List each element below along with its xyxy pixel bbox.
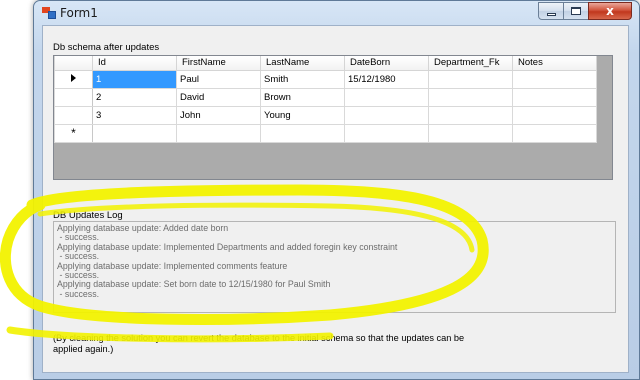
grid-cell[interactable] (512, 105, 597, 125)
row-header[interactable] (54, 105, 93, 125)
minimize-button[interactable] (538, 2, 564, 20)
grid-corner-header[interactable] (54, 56, 93, 71)
schema-label: Db schema after updates (53, 42, 160, 53)
grid-cell[interactable] (512, 69, 597, 89)
grid-cell[interactable]: 15/12/1980 (344, 69, 429, 89)
grid-cell[interactable] (512, 87, 597, 107)
table-row[interactable]: 1 Paul Smith 15/12/1980 (54, 69, 597, 89)
new-row[interactable]: * (54, 123, 597, 143)
schema-data-grid[interactable]: Id FirstName LastName DateBorn Departmen… (53, 55, 613, 180)
grid-cell[interactable]: John (176, 105, 261, 125)
column-header-firstname[interactable]: FirstName (176, 56, 261, 71)
window-title: Form1 (60, 6, 98, 20)
log-line: Applying database update: Implemented De… (57, 241, 398, 252)
revert-note: (By cleaning the solution you can revert… (53, 333, 465, 354)
new-row-star-icon: * (71, 125, 76, 140)
grid-cell[interactable]: Brown (260, 87, 345, 107)
grid-cell[interactable]: Young (260, 105, 345, 125)
column-header-id[interactable]: Id (92, 56, 177, 71)
grid-cell[interactable]: 1 (92, 69, 177, 89)
grid-cell[interactable] (428, 69, 513, 89)
grid-cell[interactable] (428, 105, 513, 125)
maximize-button[interactable] (563, 2, 589, 20)
log-line: Applying database update: Implemented co… (57, 260, 288, 271)
log-label: DB Updates Log (53, 210, 123, 221)
close-button[interactable]: x (588, 2, 632, 20)
table-row[interactable]: 2 David Brown (54, 87, 597, 107)
log-line: Applying database update: Added date bor… (57, 223, 229, 233)
grid-cell[interactable] (344, 87, 429, 107)
minimize-icon (546, 12, 556, 16)
title-bar[interactable]: Form1 x (34, 1, 639, 25)
row-header[interactable] (54, 87, 93, 107)
grid-cell[interactable]: Paul (176, 69, 261, 89)
grid-table: Id FirstName LastName DateBorn Departmen… (54, 56, 597, 143)
grid-cell[interactable] (428, 123, 513, 143)
grid-cell[interactable]: 2 (92, 87, 177, 107)
table-row[interactable]: 3 John Young (54, 105, 597, 125)
client-area: Db schema after updates Id FirstName Las… (42, 25, 629, 373)
column-header-notes[interactable]: Notes (512, 56, 597, 71)
current-row-arrow-icon (71, 73, 76, 82)
maximize-icon (571, 7, 581, 15)
row-header-new[interactable]: * (54, 123, 93, 143)
grid-cell[interactable] (344, 105, 429, 125)
form-window: Form1 x Db schema after updates Id First… (33, 0, 640, 380)
grid-cell[interactable] (344, 123, 429, 143)
column-header-lastname[interactable]: LastName (260, 56, 345, 71)
column-header-dateborn[interactable]: DateBorn (344, 56, 429, 71)
grid-header-row: Id FirstName LastName DateBorn Departmen… (54, 56, 597, 71)
updates-log-textbox[interactable]: Applying database update: Added date bor… (53, 221, 616, 313)
grid-cell[interactable] (512, 123, 597, 143)
log-line: - success. (57, 288, 100, 299)
close-icon: x (606, 4, 614, 18)
row-header-current[interactable] (54, 69, 93, 89)
grid-cell[interactable]: 3 (92, 105, 177, 125)
caption-buttons: x (538, 2, 632, 20)
grid-cell[interactable] (260, 123, 345, 143)
column-header-department-fk[interactable]: Department_Fk (428, 56, 513, 71)
grid-cell[interactable] (176, 123, 261, 143)
grid-cell[interactable] (428, 87, 513, 107)
grid-cell[interactable]: David (176, 87, 261, 107)
log-line: Applying database update: Set born date … (57, 279, 331, 290)
app-window-icon[interactable] (42, 7, 56, 19)
grid-cell[interactable] (92, 123, 177, 143)
grid-cell[interactable]: Smith (260, 69, 345, 89)
